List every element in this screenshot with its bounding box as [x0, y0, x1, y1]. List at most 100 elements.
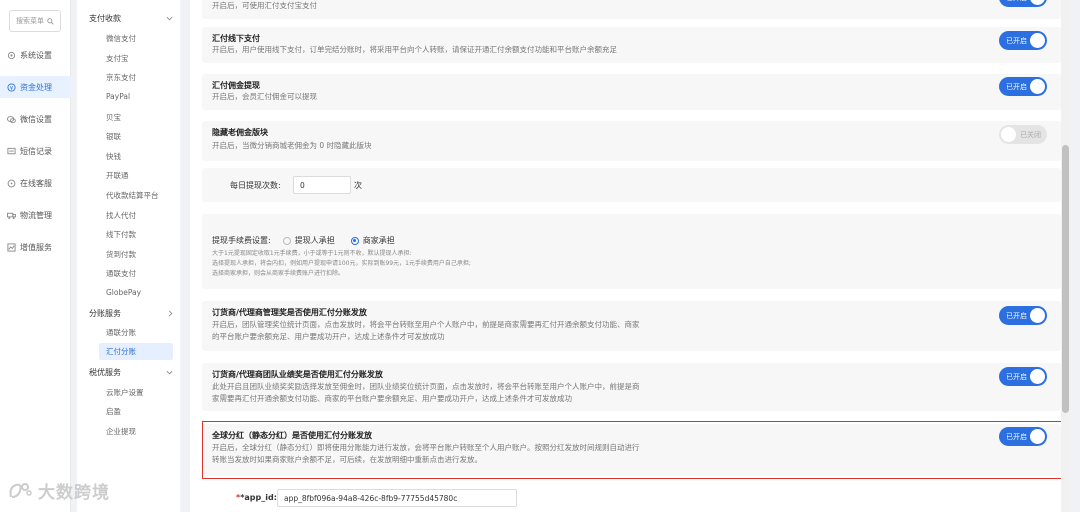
subnav-item[interactable]: 代收款结算平台 — [106, 190, 159, 201]
toggle-label: 已开启 — [1006, 373, 1027, 381]
subnav-item[interactable]: 支付宝 — [106, 53, 129, 64]
chevron-down-icon — [166, 16, 173, 21]
subnav-group-split[interactable]: 分账服务 — [89, 308, 173, 319]
nav-wechat-settings[interactable]: 微信设置 — [0, 108, 71, 130]
app-id-input[interactable]: app_8fbf096a-94a8-426c-8fb9-77755d45780c — [277, 489, 517, 507]
fee-option-merchant[interactable]: 商家承担 — [350, 235, 395, 246]
nav-system-settings[interactable]: 系统设置 — [0, 44, 71, 66]
subnav-group-payment[interactable]: 支付收款 — [89, 13, 173, 24]
card-description: 此处开启且团队业绩奖奖励选择发放至佣金时，团队业绩奖位统计页面，点击发放时，将会… — [212, 381, 732, 405]
nav-value-added[interactable]: 增值服务 — [0, 236, 71, 258]
subnav-item[interactable]: 贝宝 — [106, 112, 121, 123]
toggle-switch[interactable]: 已关闭 — [999, 125, 1047, 144]
fee-option-user[interactable]: 提现人承担 — [282, 235, 335, 246]
nav-online-service[interactable]: 在线客服 — [0, 172, 71, 194]
subnav-item[interactable]: 企业提现 — [106, 426, 136, 437]
subnav-item[interactable]: 京东支付 — [106, 72, 136, 83]
toggle-switch[interactable]: 已开启 — [999, 306, 1047, 325]
nav-label: 微信设置 — [20, 114, 52, 124]
subnav-item[interactable]: PayPal — [106, 92, 130, 101]
chevron-right-icon — [168, 310, 173, 317]
withdraw-count-label: 每日提现次数: — [230, 181, 281, 190]
main-content: 开启后，可使用汇付支付宝支付 已开启 汇付线下支付 开启后，用户使用线下支付，订… — [190, 0, 1070, 512]
radio-label: 提现人承担 — [294, 236, 335, 245]
setting-card-withdraw-count: 每日提现次数: 0 次 — [202, 168, 1061, 202]
search-icon — [47, 17, 54, 25]
toggle-switch[interactable]: 已开启 — [999, 367, 1047, 386]
fee-note: 选择商家承担，则会从商家手续费账户进行扣除。 — [212, 270, 345, 277]
withdraw-count-input[interactable]: 0 — [293, 176, 351, 194]
toggle-knob — [1030, 369, 1045, 384]
app-id-label: **app_id: — [236, 493, 277, 502]
subnav-group-label: 支付收款 — [89, 14, 121, 23]
subnav-item[interactable]: 找人代付 — [106, 210, 136, 221]
fee-note: 大于1元提现固定收取1元手续费，小于或等于1元则不收，默认提现人承担: — [212, 250, 412, 257]
subnav-item-active[interactable]: 汇付分账 — [99, 343, 173, 360]
toggle-label: 已开启 — [1006, 0, 1027, 3]
subnav-group-tax[interactable]: 税优服务 — [89, 367, 173, 378]
card-description-line: 的平台账户要余额充足、用户要成功开户，达成上述条件才可发放成功 — [212, 332, 445, 341]
subnav-group-label: 税优服务 — [89, 368, 121, 377]
nav-sms-records[interactable]: 短信记录 — [0, 140, 71, 162]
card-description: 开启后，会员汇付佣金可以提现 — [212, 92, 317, 101]
nav-fund-processing[interactable]: ¥ 资金处理 — [0, 76, 71, 98]
nav-label: 系统设置 — [20, 50, 52, 60]
nav-label: 在线客服 — [20, 178, 52, 188]
subnav-item[interactable]: 启盈 — [106, 406, 121, 417]
card-description: 开启后，可使用汇付支付宝支付 — [212, 1, 317, 10]
subnav-item[interactable]: 线下付款 — [106, 229, 136, 240]
withdraw-count-unit: 次 — [354, 181, 362, 190]
subnav-item[interactable]: 银联 — [106, 131, 121, 142]
scrollbar[interactable] — [1061, 0, 1070, 512]
toggle-label: 已开启 — [1006, 312, 1027, 320]
card-description: 开启后，用户使用线下支付，订单完结分账时，将采用平台向个人转账，请保证开通汇付余… — [212, 45, 617, 54]
gear-icon — [7, 51, 16, 59]
fee-setting-row: 提现手续费设置: 提现人承担 商家承担 — [212, 235, 395, 246]
subnav-item[interactable]: 快钱 — [106, 151, 121, 162]
card-description-line: 家需要再汇付开通余额支付功能、商家的平台账户要余额充足、用户要成功开户，达成上述… — [212, 394, 572, 403]
card-description: 开启后，当微分销商城老佣金为 0 时隐藏此版块 — [212, 141, 372, 150]
toggle-knob — [1030, 0, 1045, 5]
truck-icon — [7, 212, 16, 219]
setting-card-hide-old-commission: 隐藏老佣金版块 开启后，当微分销商城老佣金为 0 时隐藏此版块 已关闭 — [202, 121, 1061, 161]
setting-card-commission: 汇付佣金提现 开启后，会员汇付佣金可以提现 已开启 — [202, 74, 1061, 110]
card-description-line: 开启后，团队管理奖位统计页面，点击发放时，将会平台转账至用户个人账户中，前提是商… — [212, 320, 640, 329]
fee-note: 选择提现人承担，将会内扣，例如用户提现申请100元，实际到账99元，1元手续费用… — [212, 260, 471, 267]
card-title: 订货商/代理商管理奖是否使用汇付分账发放 — [212, 308, 367, 317]
toggle-knob — [1030, 33, 1045, 48]
chevron-down-icon — [166, 370, 173, 375]
subnav-item[interactable]: 通联支付 — [106, 268, 136, 279]
fee-label: 提现手续费设置: — [212, 236, 271, 245]
toggle-switch[interactable]: 已开启 — [999, 0, 1047, 7]
scrollbar-thumb[interactable] — [1062, 145, 1069, 413]
subnav-item[interactable]: 微信支付 — [106, 33, 136, 44]
nav-label: 资金处理 — [20, 82, 52, 92]
subnav-item[interactable]: GlobePay — [106, 288, 141, 297]
subnav-item[interactable]: 云账户设置 — [106, 387, 144, 398]
nav-label: 短信记录 — [20, 146, 52, 156]
search-input[interactable]: 搜索菜单 — [9, 10, 61, 32]
card-title: 隐藏老佣金版块 — [212, 128, 268, 137]
nav-label: 增值服务 — [20, 242, 52, 252]
watermark-text: 大数跨境 — [38, 483, 110, 503]
subnav-item[interactable]: 通联分账 — [106, 327, 136, 338]
toggle-label: 已开启 — [1006, 83, 1027, 91]
toggle-switch[interactable]: 已开启 — [999, 31, 1047, 50]
radio-label: 商家承担 — [362, 236, 395, 245]
card-title: 订货商/代理商团队业绩奖是否使用汇付分账发放 — [212, 370, 383, 379]
card-description-line: 此处开启且团队业绩奖奖励选择发放至佣金时，团队业绩奖位统计页面，点击发放时，将会… — [212, 382, 640, 391]
toggle-knob — [1030, 308, 1045, 323]
setting-card-management-bonus: 订货商/代理商管理奖是否使用汇付分账发放 开启后，团队管理奖位统计页面，点击发放… — [202, 301, 1061, 351]
fee-notes: 大于1元提现固定收取1元手续费，小于或等于1元则不收，默认提现人承担: 选择提现… — [212, 249, 471, 279]
setting-card-offline-pay: 汇付线下支付 开启后，用户使用线下支付，订单完结分账时，将采用平台向个人转账，请… — [202, 27, 1061, 63]
highlight-box — [202, 421, 1064, 479]
card-title: 汇付佣金提现 — [212, 81, 260, 90]
subnav-item[interactable]: 开联通 — [106, 170, 129, 181]
radio-checked-icon — [350, 236, 359, 245]
nav-label: 物流管理 — [20, 210, 52, 220]
toggle-switch[interactable]: 已开启 — [999, 77, 1047, 96]
toggle-label: 已关闭 — [1020, 131, 1041, 139]
subnav-item[interactable]: 货到付款 — [106, 249, 136, 260]
radio-icon — [282, 236, 291, 245]
nav-logistics[interactable]: 物流管理 — [0, 204, 71, 226]
